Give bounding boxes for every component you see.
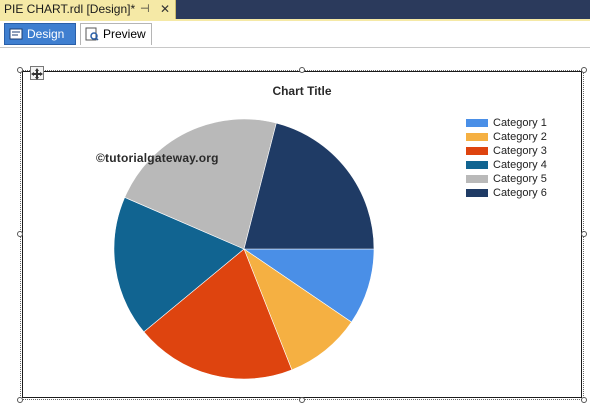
- legend-label: Category 1: [493, 117, 547, 129]
- legend-label: Category 4: [493, 159, 547, 171]
- legend-swatch: [466, 175, 488, 183]
- pie-chart[interactable]: [0, 0, 590, 406]
- legend-label: Category 2: [493, 131, 547, 143]
- watermark-text: ©tutorialgateway.org: [96, 151, 219, 165]
- legend-label: Category 3: [493, 145, 547, 157]
- legend-swatch: [466, 119, 488, 127]
- legend-label: Category 6: [493, 187, 547, 199]
- legend-swatch: [466, 161, 488, 169]
- legend-swatch: [466, 189, 488, 197]
- legend-swatch: [466, 133, 488, 141]
- legend-label: Category 5: [493, 173, 547, 185]
- legend-swatch: [466, 147, 488, 155]
